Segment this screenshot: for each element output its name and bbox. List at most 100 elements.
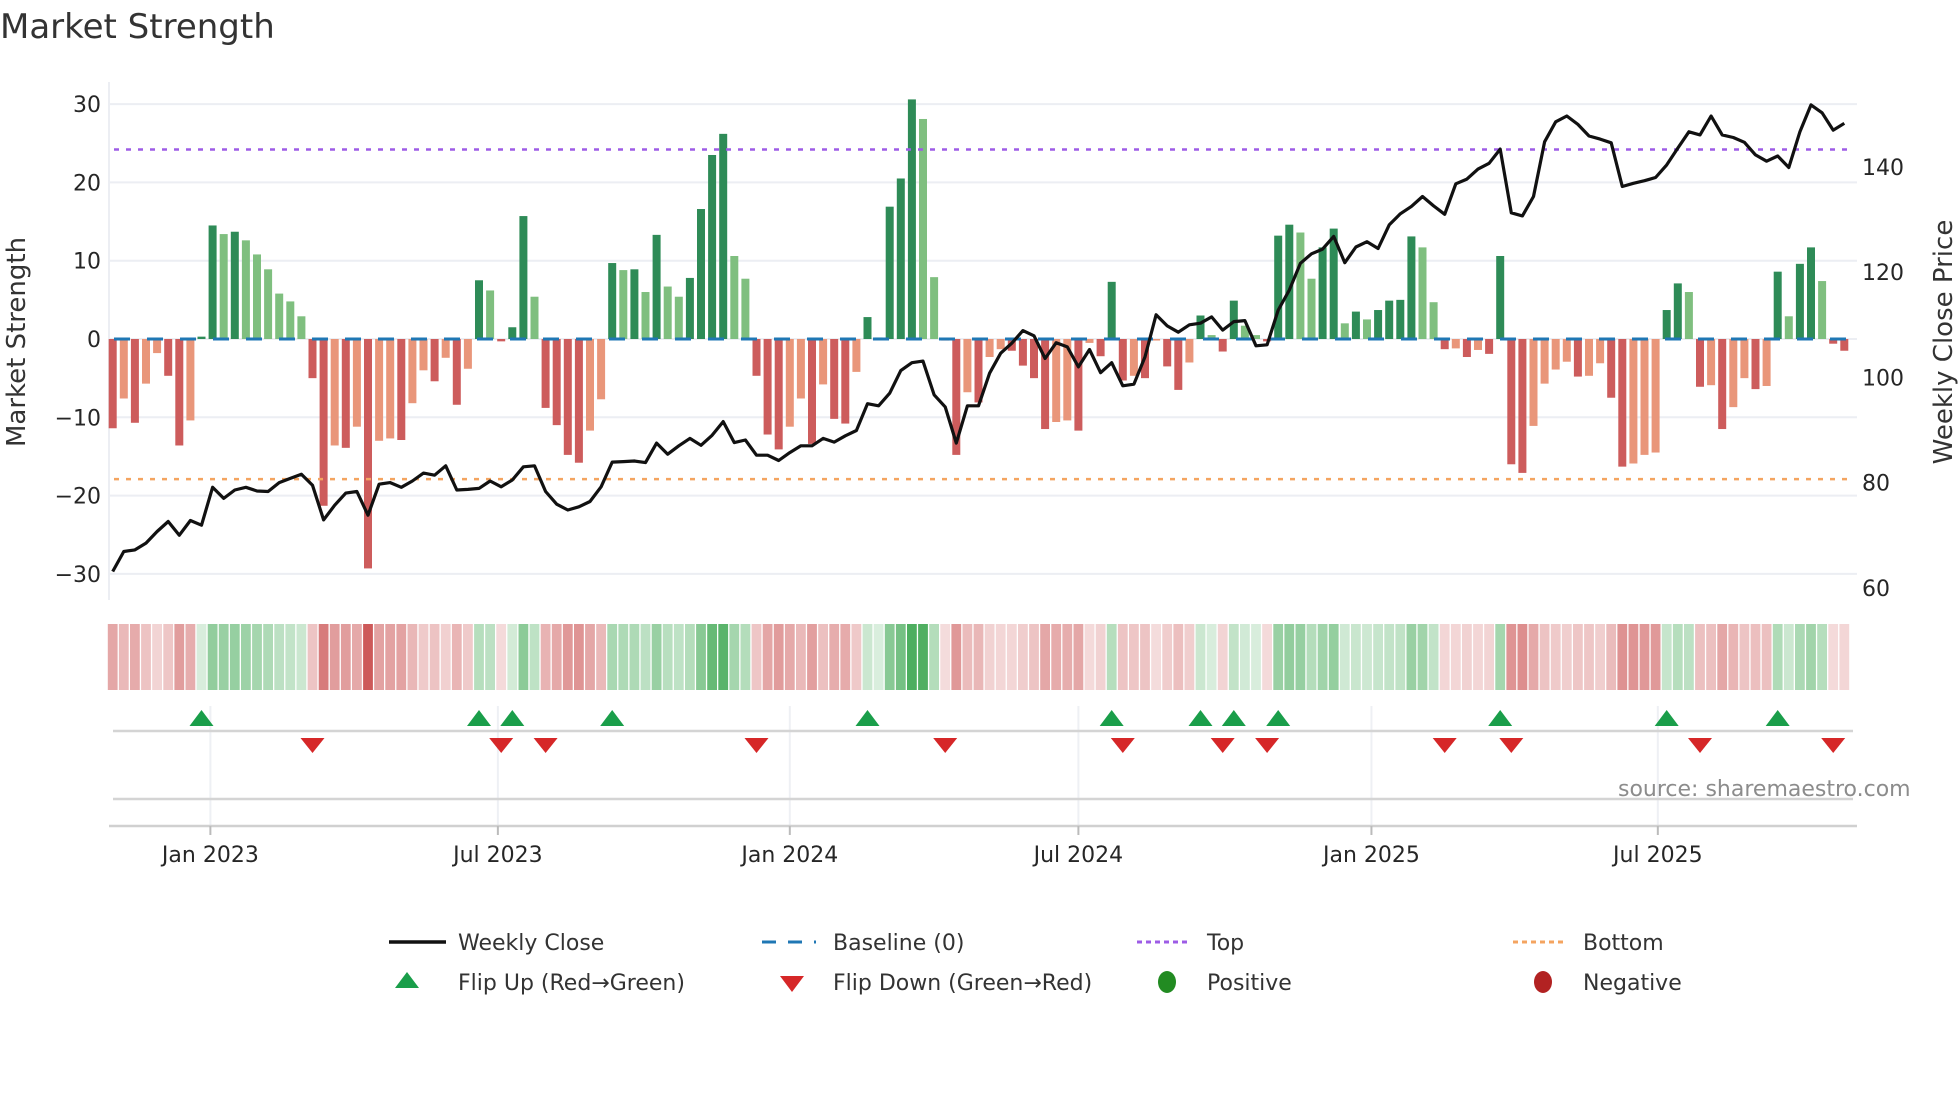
strength-bar [341, 339, 350, 448]
heat-cell [440, 624, 451, 690]
strength-bar [652, 234, 661, 339]
strength-bar [1440, 339, 1449, 350]
heat-cell [1173, 624, 1184, 690]
heat-cell [1362, 624, 1372, 690]
legend-label: Negative [1583, 971, 1682, 996]
strength-bar [1074, 339, 1083, 431]
strength-bar [1296, 232, 1305, 339]
x-axis-ticks: Jan 2023 Jul 2023 Jan 2024 Jul 2024 Jan 2025… [160, 826, 1703, 868]
strength-bars [108, 99, 1849, 569]
heat-cell [1506, 624, 1517, 690]
heat-cell [1062, 624, 1073, 690]
heat-cell [252, 624, 262, 690]
heat-cell [451, 624, 462, 690]
strength-bar [1529, 339, 1538, 426]
heat-cell [884, 624, 895, 690]
heat-cell [318, 624, 329, 690]
strength-bar [1696, 339, 1704, 387]
strength-bar [1551, 339, 1560, 370]
strength-bar [563, 339, 572, 455]
strength-bar [919, 118, 927, 340]
strength-bar [497, 339, 506, 342]
heat-cell [363, 624, 373, 690]
heat-cell [907, 624, 917, 690]
x-tick-label: Jan 2025 [1321, 843, 1420, 868]
strength-bar [1573, 339, 1582, 377]
reference-lines [114, 148, 1852, 481]
heat-cell [951, 624, 962, 690]
heat-cell [840, 624, 851, 690]
strength-bar [364, 339, 372, 569]
right-tick-label: 140 [1862, 156, 1904, 181]
strength-bar [819, 339, 828, 385]
heat-cell [385, 624, 396, 690]
strength-bar [386, 339, 395, 439]
legend-item-negative: Negative [1534, 971, 1682, 996]
heat-cell [551, 624, 562, 690]
heat-cell [929, 624, 939, 690]
flip-down-marker [1499, 738, 1524, 753]
strength-bar [1107, 281, 1116, 339]
heat-cell [629, 624, 640, 690]
strength-bar [785, 339, 794, 427]
strength-bar [1018, 339, 1027, 366]
right-axis-title: Weekly Close Price [1929, 220, 1959, 465]
strength-bar [1418, 247, 1427, 339]
heat-cell [340, 624, 351, 690]
strength-bar [1640, 339, 1649, 455]
strength-bar [1318, 247, 1327, 339]
strength-bar [230, 231, 239, 339]
heat-cell [1684, 624, 1694, 690]
legend-item-positive: Positive [1158, 971, 1292, 996]
strength-bar [1596, 339, 1605, 364]
strength-bar [1607, 339, 1616, 398]
strength-bar [375, 339, 384, 441]
strength-bar [1762, 339, 1771, 386]
heat-cell [163, 624, 174, 690]
heat-cell [1151, 624, 1161, 690]
strength-bar [1118, 339, 1127, 381]
heat-cell [1051, 624, 1062, 690]
heat-cell [285, 624, 296, 690]
flip-up-marker [600, 710, 625, 726]
strength-bar [1662, 310, 1671, 339]
flip-up-marker [1266, 710, 1291, 726]
left-axis-title: Market Strength [2, 237, 32, 447]
strength-bar [896, 178, 905, 339]
heat-cell [152, 624, 162, 690]
strength-bar [1718, 339, 1727, 430]
strength-bar [1618, 339, 1627, 467]
legend-label: Flip Down (Green→Red) [833, 971, 1092, 996]
market-strength-chart: Market Strength 3020100−10−20−30 1401201… [0, 7, 1959, 996]
strength-bar [430, 339, 439, 382]
heat-cell [773, 624, 784, 690]
left-tick-label: −30 [55, 563, 101, 588]
heat-cell [263, 624, 273, 690]
strength-bar [663, 286, 672, 339]
strength-bar [1540, 339, 1549, 384]
heat-cell [229, 624, 240, 690]
heat-cell [1761, 624, 1772, 690]
strength-bar [841, 339, 850, 424]
heat-cell [1495, 624, 1506, 690]
strength-bar [930, 277, 939, 339]
strength-bar [253, 254, 261, 339]
heat-cell [851, 624, 862, 690]
strength-bar [1784, 316, 1793, 339]
heat-cell [651, 624, 662, 690]
strength-bar [1374, 310, 1383, 339]
strength-bar [1407, 236, 1416, 339]
heat-cell [1639, 624, 1650, 690]
heat-cell [895, 624, 906, 690]
x-tick-label: Jan 2023 [160, 843, 259, 868]
heat-cell [1695, 624, 1705, 690]
strength-bar [1174, 339, 1183, 390]
strength-bar [441, 339, 450, 358]
legend-label: Baseline (0) [833, 931, 964, 956]
strength-bar [1351, 311, 1360, 339]
heat-cell [740, 624, 751, 690]
heat-cell [474, 624, 484, 690]
heat-cell [940, 624, 951, 690]
strength-bar [219, 234, 228, 339]
source-credit: source: sharemaestro.com [1618, 777, 1911, 802]
